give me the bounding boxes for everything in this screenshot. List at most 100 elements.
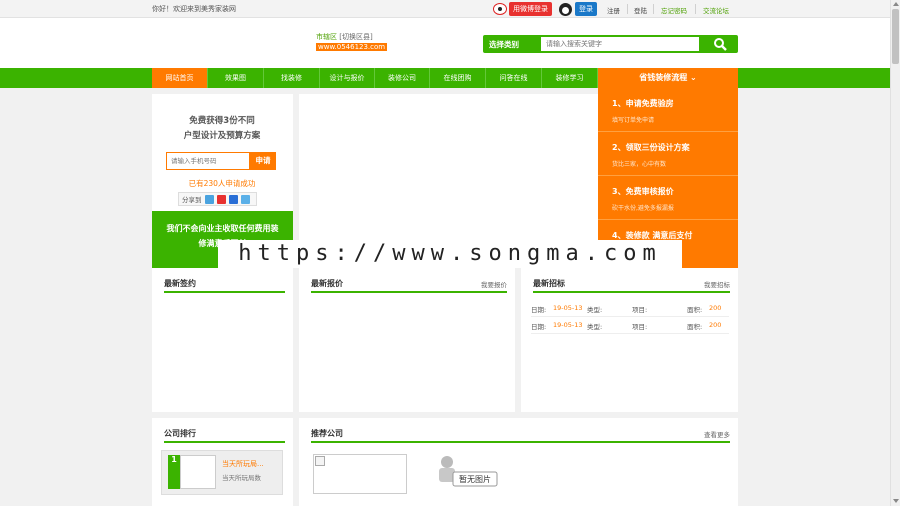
search-bar: 选择类别 — [483, 35, 738, 53]
tencent-weibo-icon[interactable] — [240, 194, 250, 204]
scroll-up-icon[interactable] — [893, 2, 899, 6]
step-title: 2、领取三份设计方案 — [612, 143, 690, 152]
flow-title: 省钱装修流程 — [639, 73, 688, 82]
nav-learning[interactable]: 装修学习 — [542, 68, 598, 88]
flow-dropdown[interactable]: 省钱装修流程 ⌄ — [598, 68, 738, 88]
city-selector[interactable]: 市辖区 [切换区县] — [316, 32, 373, 42]
item-label: 项目: — [632, 306, 648, 314]
no-image-placeholder[interactable]: 暂无图片 — [419, 454, 501, 494]
date-label: 日期: — [531, 306, 547, 314]
bid-date: 19-05-13 — [553, 304, 583, 312]
bid-more-link[interactable]: 我要招标 — [704, 279, 730, 289]
share-bar: 分享到 — [178, 192, 257, 206]
step-item[interactable]: 2、领取三份设计方案 货比三家，心中有数 — [598, 132, 738, 176]
section-header: 推荐公司 查看更多 — [311, 426, 730, 443]
company-name[interactable]: 当天所玩局... — [222, 459, 264, 469]
type-label: 类型: — [587, 323, 603, 331]
no-image-text: 暂无图片 — [459, 474, 491, 484]
section-title: 推荐公司 — [311, 429, 343, 438]
divider — [695, 4, 696, 14]
section-header: 公司排行 — [164, 426, 285, 443]
view-more-link[interactable]: 查看更多 — [704, 429, 730, 439]
ranking-item[interactable]: 1 当天所玩局... 当天所玩局数 — [161, 450, 283, 495]
welcome-text: 你好！欢迎来到美秀家装网 — [152, 5, 236, 13]
company-image-broken[interactable] — [313, 454, 407, 494]
weibo-login-label: 用微博登录 — [509, 2, 552, 16]
divider — [653, 4, 654, 14]
section-header: 最新报价 我要报价 — [311, 276, 507, 293]
section-header: 最新招标 我要招标 — [533, 276, 730, 293]
step-item[interactable]: 3、免费审核报价 砍干水份,避免多报漏报 — [598, 176, 738, 220]
weibo-login-button[interactable]: 用微博登录 — [493, 2, 552, 16]
apply-button[interactable]: 申请 — [250, 152, 276, 170]
company-thumbnail — [180, 455, 216, 489]
main-nav: 网站首页 效果图 找装修 设计与报价 装修公司 在线团购 问答在线 装修学习 — [0, 68, 890, 88]
forum-link[interactable]: 交流论坛 — [703, 5, 729, 15]
apply-count-text: 已有230人申请成功 — [188, 179, 256, 188]
quote-more-link[interactable]: 我要报价 — [481, 279, 507, 289]
login-link[interactable]: 登陆 — [634, 5, 647, 15]
step-item[interactable]: 1、申请免费验房 填写订单免申请 — [598, 88, 738, 132]
step-title: 3、免费审核报价 — [612, 187, 674, 196]
baidu-icon[interactable] — [228, 194, 238, 204]
city-name: 市辖区 — [316, 33, 337, 41]
scroll-down-icon[interactable] — [893, 499, 899, 503]
apply-title: 免费获得3份不同 户型设计及预算方案 — [152, 114, 292, 144]
qq-login-button[interactable]: 登录 — [559, 2, 597, 16]
nav-gallery[interactable]: 效果图 — [208, 68, 264, 88]
site-domain: www.0546123.com — [316, 43, 388, 51]
step-desc: 货比三家，心中有数 — [612, 161, 667, 168]
nav-find-renovation[interactable]: 找装修 — [264, 68, 320, 88]
section-title: 最新报价 — [311, 279, 343, 288]
top-bar: 你好！欢迎来到美秀家装网 用微博登录 登录 注册 登陆 忘记密码 交流论坛 — [0, 0, 890, 18]
broken-image-icon — [315, 456, 325, 466]
step-desc: 填写订单免申请 — [612, 117, 655, 124]
nav-qa[interactable]: 问答在线 — [486, 68, 542, 88]
company-subtitle: 当天所玩局数 — [222, 474, 261, 482]
qq-penguin-icon — [559, 2, 572, 16]
qq-login-label: 登录 — [575, 2, 597, 16]
watermark-text: https://www.songma.com — [218, 240, 682, 268]
bid-area: 200 — [709, 321, 722, 329]
share-label: 分享到 — [182, 196, 202, 204]
section-title: 公司排行 — [164, 429, 196, 438]
bid-area: 200 — [709, 304, 722, 312]
ranking-card: 公司排行 1 当天所玩局... 当天所玩局数 — [152, 418, 293, 506]
switch-district-link[interactable]: [切换区县] — [339, 33, 372, 41]
rank-number: 1 — [168, 455, 180, 489]
weibo-share-icon[interactable] — [216, 194, 226, 204]
type-label: 类型: — [587, 306, 603, 314]
qzone-icon[interactable] — [204, 194, 214, 204]
item-label: 项目: — [632, 323, 648, 331]
search-button[interactable] — [706, 36, 736, 52]
apply-title-line2: 户型设计及预算方案 — [183, 131, 261, 141]
section-title: 最新招标 — [533, 279, 565, 288]
register-link[interactable]: 注册 — [607, 5, 620, 15]
search-input[interactable] — [541, 37, 699, 51]
scroll-thumb[interactable] — [892, 9, 899, 64]
apply-title-line1: 免费获得3份不同 — [189, 116, 255, 126]
page-scrollbar[interactable] — [890, 0, 900, 506]
forgot-password-link[interactable]: 忘记密码 — [661, 5, 687, 15]
apply-card: 免费获得3份不同 户型设计及预算方案 申请 已有230人申请成功 分享到 — [152, 94, 293, 211]
bid-row[interactable]: 日期: 19-05-13 类型: 项目: 面积: 200 — [531, 300, 729, 317]
quote-card: 最新报价 我要报价 — [299, 268, 515, 412]
step-title: 1、申请免费验房 — [612, 99, 674, 108]
promo-line1: 我们不会向业主收取任何费用装 — [166, 224, 279, 233]
bid-card: 最新招标 我要招标 日期: 19-05-13 类型: 项目: 面积: 200 日… — [521, 268, 738, 412]
signing-card: 最新签约 — [152, 268, 293, 412]
phone-input[interactable] — [166, 152, 250, 170]
date-label: 日期: — [531, 323, 547, 331]
recommend-card: 推荐公司 查看更多 暂无图片 — [299, 418, 738, 506]
search-category-select[interactable]: 选择类别 — [489, 39, 519, 50]
area-label: 面积: — [687, 323, 703, 331]
bid-date: 19-05-13 — [553, 321, 583, 329]
area-label: 面积: — [687, 306, 703, 314]
nav-group-buy[interactable]: 在线团购 — [430, 68, 486, 88]
nav-design-quote[interactable]: 设计与报价 — [320, 68, 375, 88]
chevron-down-icon: ⌄ — [690, 73, 697, 82]
nav-companies[interactable]: 装修公司 — [375, 68, 430, 88]
bid-row[interactable]: 日期: 19-05-13 类型: 项目: 面积: 200 — [531, 317, 729, 334]
nav-home[interactable]: 网站首页 — [152, 68, 208, 88]
divider — [627, 4, 628, 14]
